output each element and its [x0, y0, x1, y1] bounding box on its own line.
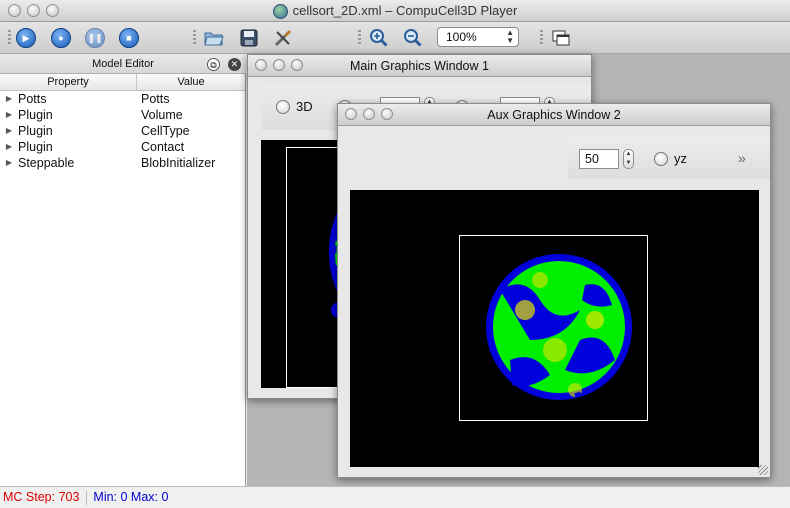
toolbar-grip[interactable]: [193, 30, 196, 46]
row-value: Contact: [141, 140, 185, 154]
window-title: cellsort_2D.xml – CompuCell3D Player: [292, 3, 518, 18]
row-value: Potts: [141, 92, 170, 106]
close-window-button[interactable]: [345, 108, 357, 120]
aux-slice-input[interactable]: 50: [579, 149, 619, 169]
zoom-window-button[interactable]: [46, 4, 59, 17]
row-property: Potts: [18, 92, 47, 106]
row-value: CellType: [141, 124, 190, 138]
zoom-window-button[interactable]: [291, 59, 303, 71]
min-max-readout: Min: 0 Max: 0: [93, 490, 169, 504]
row-value: BlobInitializer: [141, 156, 216, 170]
row-property: Plugin: [18, 140, 53, 154]
zoom-window-button[interactable]: [381, 108, 393, 120]
play-icon: ▶: [22, 32, 30, 43]
radio-3d-label: 3D: [296, 99, 313, 114]
zoom-value: 100%: [446, 30, 477, 44]
close-icon: ✕: [230, 59, 239, 69]
radio-yz[interactable]: [654, 152, 668, 166]
tree-row[interactable]: ▶ Plugin Volume: [0, 107, 245, 123]
main-toolbar: ▶ ● ❚❚ ■: [0, 22, 790, 54]
stop-icon: ■: [126, 32, 132, 43]
column-header-value[interactable]: Value: [137, 74, 245, 90]
column-header-property[interactable]: Property: [0, 74, 137, 90]
row-property: Plugin: [18, 108, 53, 122]
close-window-button[interactable]: [8, 4, 21, 17]
zoom-in-button[interactable]: [368, 27, 390, 49]
aux-window-titlebar[interactable]: Aux Graphics Window 2: [338, 104, 770, 126]
save-icon: [240, 29, 258, 47]
aux-window-title: Aux Graphics Window 2: [487, 108, 621, 122]
row-value: Volume: [141, 108, 183, 122]
title-bar: cellsort_2D.xml – CompuCell3D Player: [0, 0, 790, 22]
overflow-chevron-icon[interactable]: »: [738, 150, 746, 166]
tree-row[interactable]: ▶ Plugin CellType: [0, 123, 245, 139]
aux-slice-stepper[interactable]: ▲ ▼: [623, 149, 634, 169]
model-editor-tree: Property Value ▶ Potts Potts ▶ Plugin Vo…: [0, 74, 246, 486]
main-window-title: Main Graphics Window 1: [350, 59, 489, 73]
status-divider: [85, 490, 87, 505]
expand-triangle-icon[interactable]: ▶: [0, 91, 18, 107]
zoom-in-icon: [370, 29, 388, 47]
open-file-button[interactable]: [203, 27, 225, 49]
window-controls: [8, 4, 59, 17]
stop-button[interactable]: ■: [118, 27, 140, 49]
radio-3d[interactable]: [276, 100, 290, 114]
float-icon: ⧉: [210, 60, 217, 70]
cell-blob-aux: [486, 254, 632, 400]
status-bar: MC Step: 703 Min: 0 Max: 0: [0, 486, 790, 508]
main-window-titlebar[interactable]: Main Graphics Window 1: [248, 55, 591, 77]
step-button[interactable]: ●: [50, 27, 72, 49]
model-editor-title-label: Model Editor: [92, 58, 154, 70]
toolbar-grip[interactable]: [540, 30, 543, 46]
float-dock-button[interactable]: ⧉: [207, 58, 220, 71]
chevron-updown-icon: ▲ ▼: [506, 28, 514, 45]
row-property: Steppable: [18, 156, 75, 170]
zoom-out-button[interactable]: [402, 27, 424, 49]
pause-button[interactable]: ❚❚: [84, 27, 106, 49]
close-dock-button[interactable]: ✕: [228, 58, 241, 71]
run-button[interactable]: ▶: [15, 27, 37, 49]
step-icon: ●: [58, 32, 64, 43]
tree-row[interactable]: ▶ Plugin Contact: [0, 139, 245, 155]
row-property: Plugin: [18, 124, 53, 138]
tree-header: Property Value: [0, 74, 245, 91]
zoom-select[interactable]: 100% ▲ ▼: [437, 27, 519, 47]
aux-window-controlbar: 50 ▲ ▼ yz »: [568, 135, 770, 179]
tree-row[interactable]: ▶ Steppable BlobInitializer: [0, 155, 245, 171]
zoom-out-icon: [404, 29, 422, 47]
tools-icon: [274, 29, 292, 47]
minimize-window-button[interactable]: [273, 59, 285, 71]
graphics-workspace: Main Graphics Window 1 3D ▲▼ ▲▼: [247, 54, 790, 486]
close-window-button[interactable]: [255, 59, 267, 71]
toolbar-grip[interactable]: [358, 30, 361, 46]
tree-row[interactable]: ▶ Potts Potts: [0, 91, 245, 107]
new-window-button[interactable]: [550, 27, 572, 49]
aux-window-controls: [345, 108, 393, 120]
pause-icon: ❚❚: [87, 32, 103, 43]
main-window-controls: [255, 59, 303, 71]
mc-step-counter: MC Step: 703: [3, 490, 80, 504]
radio-yz-label: yz: [674, 151, 687, 166]
folder-open-icon: [204, 32, 224, 46]
aux-graphics-window[interactable]: Aux Graphics Window 2 50 ▲ ▼ yz »: [337, 103, 771, 478]
aux-slice-value: 50: [585, 152, 599, 166]
document-icon: [272, 3, 288, 19]
expand-triangle-icon[interactable]: ▶: [0, 107, 18, 123]
minimize-window-button[interactable]: [363, 108, 375, 120]
aux-graphics-canvas[interactable]: [350, 190, 759, 467]
minimize-window-button[interactable]: [27, 4, 40, 17]
new-window-icon: [552, 30, 570, 46]
expand-triangle-icon[interactable]: ▶: [0, 123, 18, 139]
tools-button[interactable]: [272, 27, 294, 49]
expand-triangle-icon[interactable]: ▶: [0, 155, 18, 171]
expand-triangle-icon[interactable]: ▶: [0, 139, 18, 155]
toolbar-grip[interactable]: [8, 30, 11, 46]
save-button[interactable]: [238, 27, 260, 49]
resize-handle[interactable]: [758, 465, 768, 475]
